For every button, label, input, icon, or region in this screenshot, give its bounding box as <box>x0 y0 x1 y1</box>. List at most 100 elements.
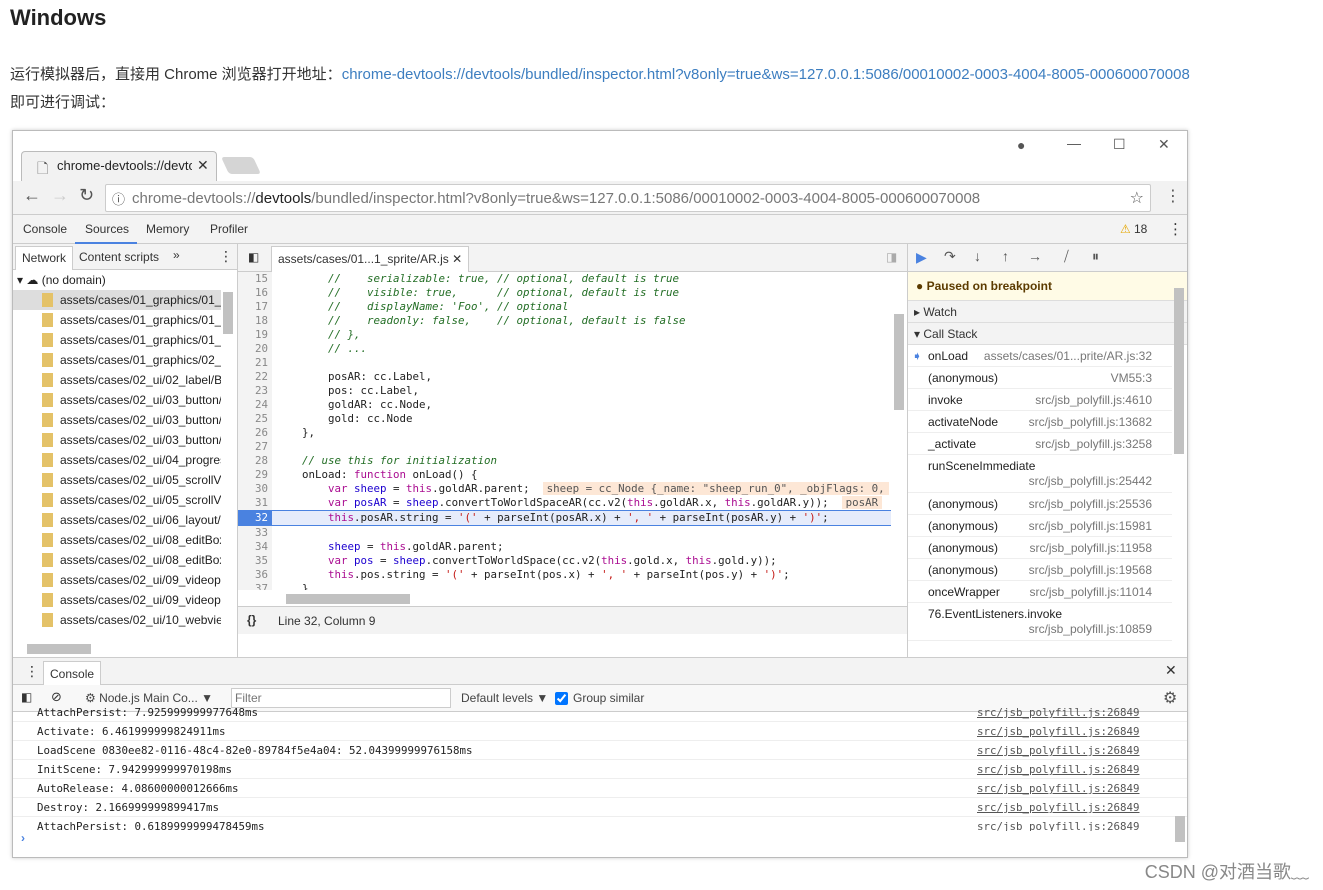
step-over-icon[interactable]: ↷ <box>944 248 956 265</box>
chrome-menu-icon[interactable]: ⋮ <box>1165 186 1181 206</box>
frame-location[interactable]: src/jsb_polyfill.js:15981 <box>1029 515 1152 537</box>
code-line[interactable]: 16 // visible: true, // optional, defaul… <box>238 286 891 300</box>
drawer-menu-icon[interactable]: ⋮ <box>25 663 39 680</box>
frame-location[interactable]: src/jsb_polyfill.js:13682 <box>1029 411 1152 433</box>
code-line[interactable]: 18 // readonly: false, // optional, defa… <box>238 314 891 328</box>
file-item[interactable]: assets/cases/02_ui/03_button/... <box>13 410 221 430</box>
frame-location[interactable]: src/jsb_polyfill.js:10859 <box>1029 618 1152 640</box>
tab-console[interactable]: Console <box>23 222 67 236</box>
tab-network[interactable]: Network <box>15 246 74 270</box>
message-source-link[interactable]: src/jsb_polyfill.js:26849 <box>977 779 1140 798</box>
frame-location[interactable]: src/jsb_polyfill.js:25536 <box>1029 493 1152 515</box>
call-frame[interactable]: (anonymous) VM55:3 <box>908 367 1172 389</box>
line-number[interactable]: 22 <box>238 370 272 384</box>
code-line[interactable]: 15 // serializable: true, // optional, d… <box>238 272 891 286</box>
code-line[interactable]: 24 goldAR: cc.Node, <box>238 398 891 412</box>
deactivate-breakpoints-icon[interactable]: ⧸ <box>1064 248 1069 265</box>
line-number[interactable]: 15 <box>238 272 272 286</box>
line-number[interactable]: 25 <box>238 412 272 426</box>
line-number[interactable]: 28 <box>238 454 272 468</box>
code-line[interactable]: 21 <box>238 356 891 370</box>
line-number[interactable]: 18 <box>238 314 272 328</box>
drawer-tab-console[interactable]: Console <box>43 661 102 685</box>
line-number[interactable]: 24 <box>238 398 272 412</box>
line-number[interactable]: 17 <box>238 300 272 314</box>
frame-location[interactable]: assets/cases/01...prite/AR.js:32 <box>984 345 1152 367</box>
close-tab-icon[interactable]: ✕ <box>197 157 209 174</box>
line-number[interactable]: 29 <box>238 468 272 482</box>
code-line[interactable]: 34 sheep = this.goldAR.parent; <box>238 540 891 554</box>
frame-location[interactable]: src/jsb_polyfill.js:19568 <box>1029 559 1152 581</box>
file-item[interactable]: assets/cases/02_ui/10_webview... <box>13 610 221 630</box>
message-source-link[interactable]: src/jsb_polyfill.js:26849 <box>977 703 1140 722</box>
code-line[interactable]: 30 var sheep = this.goldAR.parent; sheep… <box>238 482 891 496</box>
watch-section[interactable]: ▸ Watch <box>908 301 1187 323</box>
toggle-navigator-icon[interactable]: ◧ <box>248 250 259 264</box>
url-input[interactable]: ⓘ chrome-devtools://devtools/bundled/ins… <box>105 184 1151 212</box>
code-hscrollbar[interactable] <box>286 594 410 604</box>
line-number[interactable]: 32 <box>238 511 272 525</box>
code-line[interactable]: 37 } <box>238 582 891 590</box>
file-item[interactable]: assets/cases/02_ui/05_scrollVi... <box>13 490 221 510</box>
message-source-link[interactable]: src/jsb_polyfill.js:26849 <box>977 798 1140 817</box>
line-number[interactable]: 27 <box>238 440 272 454</box>
code-line[interactable]: 32 this.posAR.string = '(' + parseInt(po… <box>238 510 891 526</box>
debugger-scrollbar[interactable] <box>1174 288 1184 454</box>
line-number[interactable]: 19 <box>238 328 272 342</box>
code-line[interactable]: 33 <box>238 526 891 540</box>
file-item[interactable]: assets/cases/01_graphics/01_sprite/... <box>13 310 221 330</box>
frame-location[interactable]: src/jsb_polyfill.js:11014 <box>1029 581 1152 603</box>
code-line[interactable]: 19 // }, <box>238 328 891 342</box>
tree-hscrollbar[interactable] <box>27 644 91 654</box>
reload-icon[interactable]: ↻ <box>79 185 94 206</box>
call-frame[interactable]: (anonymous) src/jsb_polyfill.js:19568 <box>908 559 1172 581</box>
code-line[interactable]: 36 this.pos.string = '(' + parseInt(pos.… <box>238 568 891 582</box>
file-item[interactable]: assets/cases/02_ui/04_progres... <box>13 450 221 470</box>
warning-count[interactable]: 18 <box>1134 222 1147 236</box>
console-prompt[interactable]: › <box>13 831 1187 845</box>
resume-icon[interactable]: ▶ <box>916 249 927 266</box>
file-item[interactable]: assets/cases/01_graphics/01_sprite/... <box>13 330 221 350</box>
domain-node[interactable]: ▾ ☁ (no domain) <box>13 270 221 290</box>
line-number[interactable]: 21 <box>238 356 272 370</box>
call-frame[interactable]: 76.EventListeners.invoke src/jsb_polyfill… <box>908 603 1172 641</box>
message-source-link[interactable]: src/jsb_polyfill.js:26849 <box>977 760 1140 779</box>
code-line[interactable]: 25 gold: cc.Node <box>238 412 891 426</box>
call-frame[interactable]: (anonymous) src/jsb_polyfill.js:15981 <box>908 515 1172 537</box>
code-line[interactable]: 28 // use this for initialization <box>238 454 891 468</box>
console-scrollbar[interactable] <box>1175 816 1185 842</box>
code-line[interactable]: 27 <box>238 440 891 454</box>
line-number[interactable]: 35 <box>238 554 272 568</box>
code-line[interactable]: 26 }, <box>238 426 891 440</box>
maximize-icon[interactable]: ☐ <box>1113 136 1126 153</box>
call-frame[interactable]: runSceneImmediate src/jsb_polyfill.js:254… <box>908 455 1172 493</box>
code-scrollbar[interactable] <box>894 314 904 410</box>
step-icon[interactable]: → <box>1028 248 1042 264</box>
code-line[interactable]: 22 posAR: cc.Label, <box>238 370 891 384</box>
line-number[interactable]: 16 <box>238 286 272 300</box>
file-item[interactable]: assets/cases/02_ui/05_scrollVi... <box>13 470 221 490</box>
file-item[interactable]: assets/cases/02_ui/03_button/... <box>13 390 221 410</box>
file-item[interactable]: assets/cases/02_ui/08_editBox... <box>13 550 221 570</box>
close-drawer-icon[interactable]: ✕ <box>1165 662 1177 679</box>
devtools-link[interactable]: chrome-devtools://devtools/bundled/inspe… <box>342 66 1190 83</box>
minimize-icon[interactable]: — <box>1067 135 1081 151</box>
call-frame[interactable]: activateNode src/jsb_polyfill.js:13682 <box>908 411 1172 433</box>
file-item[interactable]: assets/cases/01_graphics/02_p... <box>13 350 221 370</box>
close-window-icon[interactable]: ✕ <box>1158 136 1170 153</box>
more-tabs-icon[interactable]: » <box>173 248 180 262</box>
tab-memory[interactable]: Memory <box>146 222 189 236</box>
line-number[interactable]: 33 <box>238 526 272 540</box>
frame-location[interactable]: src/jsb_polyfill.js:11958 <box>1029 537 1152 559</box>
line-number[interactable]: 36 <box>238 568 272 582</box>
call-frame[interactable]: (anonymous) src/jsb_polyfill.js:25536 <box>908 493 1172 515</box>
file-item[interactable]: assets/cases/02_ui/09_videopl... <box>13 590 221 610</box>
message-source-link[interactable]: src/jsb_polyfill.js:26849 <box>977 741 1140 760</box>
call-stack-section[interactable]: ▾ Call Stack <box>908 323 1187 345</box>
bookmark-star-icon[interactable]: ☆ <box>1130 188 1144 208</box>
pretty-print-icon[interactable]: {} <box>247 613 256 627</box>
toggle-debugger-icon[interactable]: ◨ <box>886 250 897 264</box>
new-tab-button[interactable] <box>221 157 261 174</box>
devtools-menu-icon[interactable]: ⋮ <box>1168 220 1183 238</box>
line-number[interactable]: 23 <box>238 384 272 398</box>
